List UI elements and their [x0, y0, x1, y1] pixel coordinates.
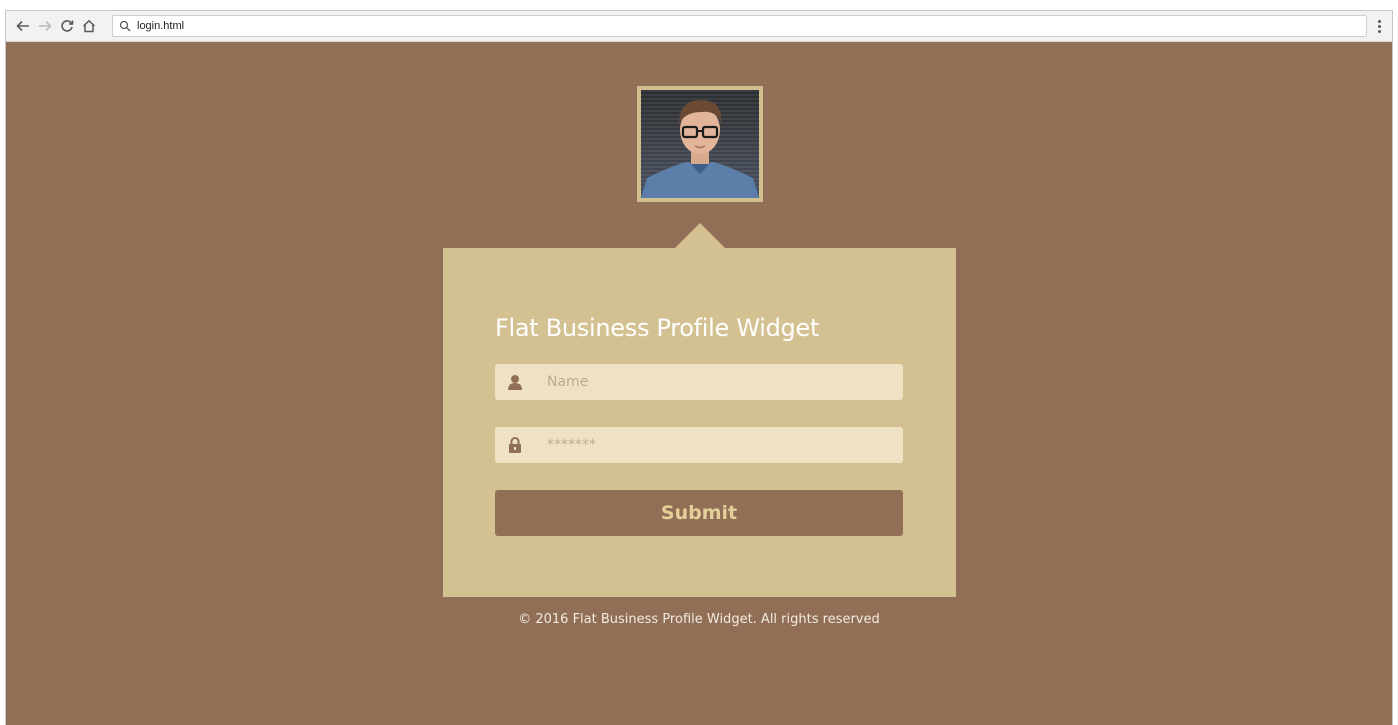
- back-button[interactable]: [12, 15, 34, 37]
- name-input[interactable]: [535, 364, 903, 400]
- login-card: Flat Business Profile Widget Submit: [443, 248, 956, 597]
- password-input[interactable]: [535, 427, 903, 463]
- person-illustration: [641, 100, 759, 198]
- forward-button[interactable]: [34, 15, 56, 37]
- browser-window: login.html Flat Business Profile Widget …: [5, 10, 1393, 725]
- reload-icon: [61, 20, 74, 32]
- arrow-right-icon: [39, 20, 52, 32]
- home-icon: [82, 19, 96, 33]
- footer-copyright: © 2016 Flat Business Profile Widget. All…: [518, 612, 880, 627]
- profile-photo: [641, 90, 759, 198]
- arrow-left-icon: [16, 20, 29, 32]
- browser-menu-button[interactable]: [1372, 16, 1386, 36]
- lock-icon: [495, 427, 535, 463]
- user-icon: [495, 364, 535, 400]
- more-vertical-icon: [1377, 19, 1381, 23]
- name-field[interactable]: [495, 364, 903, 400]
- address-text: login.html: [137, 20, 185, 32]
- search-icon: [119, 20, 131, 32]
- address-bar[interactable]: login.html: [112, 15, 1367, 37]
- profile-photo-frame: [637, 86, 763, 202]
- browser-toolbar: login.html: [6, 11, 1392, 42]
- password-field[interactable]: [495, 427, 903, 463]
- page-viewport: Flat Business Profile Widget Submit © 20…: [6, 42, 1392, 725]
- submit-button[interactable]: Submit: [495, 490, 903, 536]
- home-button[interactable]: [78, 15, 100, 37]
- reload-button[interactable]: [56, 15, 78, 37]
- widget-title: Flat Business Profile Widget: [495, 314, 820, 342]
- card-pointer: [674, 223, 726, 249]
